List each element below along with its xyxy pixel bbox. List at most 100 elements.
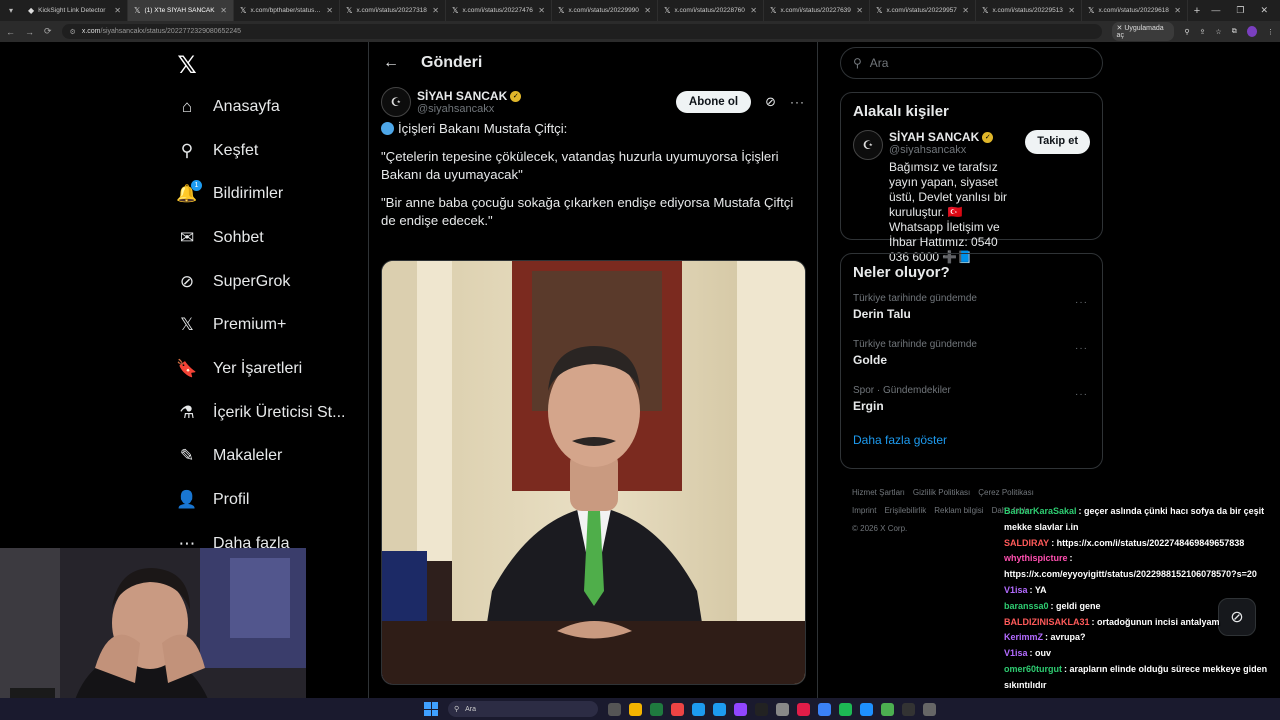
task-view-icon[interactable] [608, 702, 621, 716]
app-icon[interactable] [692, 702, 705, 716]
chrome-icon[interactable] [671, 702, 684, 716]
more-options-icon[interactable]: ··· [1075, 343, 1088, 354]
tab-label: KickSight Link Detector [38, 7, 106, 14]
browser-tab[interactable]: 𝕏x.com/i/status/20229618 ✕ [1082, 0, 1188, 21]
sidebar-item-3[interactable]: ✉ Sohbet [165, 216, 365, 260]
browser-menu-icon[interactable]: ⋮ [1267, 28, 1274, 36]
browser-tab[interactable]: 𝕏x.com/i/status/20229513 ✕ [976, 0, 1082, 21]
show-more-link[interactable]: Daha fazla göster [841, 425, 1102, 459]
close-tab-icon[interactable]: ✕ [644, 6, 651, 15]
more-options-icon[interactable]: ··· [1075, 389, 1088, 400]
star-icon[interactable]: ☆ [1215, 28, 1221, 36]
related-people-card: Alakalı kişiler ☪ SİYAH SANCAK ✓ @siyahsa… [840, 92, 1103, 264]
close-window-icon[interactable]: ✕ [1260, 5, 1268, 16]
browser-tab[interactable]: 𝕏 (1) X'te SİYAH SANCAK ✕ [128, 0, 234, 21]
browser-tab[interactable]: 𝕏x.com/i/status/20229957 ✕ [870, 0, 976, 21]
app-icon[interactable] [797, 702, 810, 716]
sidebar-item-6[interactable]: 🔖 Yer İşaretleri [165, 347, 365, 391]
close-tab-icon[interactable]: ✕ [432, 6, 439, 15]
close-tab-icon[interactable]: ✕ [962, 6, 969, 15]
related-avatar[interactable]: ☪ [853, 130, 883, 160]
author-avatar[interactable]: ☪ [381, 87, 411, 117]
spotify-icon[interactable] [839, 702, 852, 716]
grok-icon[interactable]: ⊘ [765, 94, 776, 110]
back-arrow-icon[interactable]: ← [6, 27, 15, 37]
minimize-icon[interactable]: — [1211, 5, 1220, 16]
app-icon[interactable] [776, 702, 789, 716]
footer-link[interactable]: Gizlilik Politikası [913, 488, 970, 497]
footer-link[interactable]: Imprint [852, 506, 876, 515]
close-tab-icon[interactable]: ✕ [538, 6, 545, 15]
forward-arrow-icon[interactable]: → [25, 27, 34, 37]
back-arrow-icon[interactable]: ← [383, 54, 399, 72]
zoom-icon[interactable]: ⚲ [1184, 28, 1189, 36]
taskbar-search[interactable]: ⚲ Ara [448, 701, 598, 717]
search-input[interactable]: ⚲ Ara [840, 47, 1103, 79]
sidebar-item-8[interactable]: ✎ Makaleler [165, 435, 365, 479]
footer-link[interactable]: Hizmet Şartları [852, 488, 905, 497]
profile-avatar[interactable] [1246, 26, 1257, 37]
author-handle[interactable]: @siyahsancakx [417, 103, 521, 115]
sidebar-item-7[interactable]: ⚗ İçerik Üreticisi St... [165, 391, 365, 435]
browser-tab[interactable]: 𝕏x.com/bpthaber/status/20 ✕ [234, 0, 340, 21]
site-info-icon[interactable]: ⚙ [70, 28, 76, 36]
more-options-icon[interactable]: ··· [1075, 297, 1088, 308]
related-person[interactable]: ☪ SİYAH SANCAK ✓ @siyahsancakx Bağımsız v… [841, 126, 1102, 273]
extensions-icon[interactable]: ⧉ [1232, 28, 1237, 36]
x-icon: 𝕏 [982, 6, 989, 15]
browser-tab[interactable]: ◆ KickSight Link Detector ✕ [22, 0, 128, 21]
reload-icon[interactable]: ⟳ [44, 26, 52, 37]
trend-item[interactable]: Spor · Gündemdekiler Ergin ··· [841, 379, 1102, 425]
footer-link[interactable]: Erişilebilirlik [884, 506, 926, 515]
windows-start-icon[interactable] [424, 702, 438, 716]
share-icon[interactable]: ⇪ [1200, 28, 1206, 36]
close-tab-icon[interactable]: ✕ [750, 6, 757, 15]
tab-search-menu-icon[interactable]: ▾ [0, 0, 22, 21]
trend-item[interactable]: Türkiye tarihinde gündemde Golde ··· [841, 333, 1102, 379]
browser-tab[interactable]: 𝕏x.com/i/status/20228760 ✕ [658, 0, 764, 21]
chat-message: V1isa: YA [1004, 583, 1280, 599]
sidebar-item-2[interactable]: 🔔 1 Bildirimler [165, 172, 365, 216]
app-icon[interactable] [923, 702, 936, 716]
more-options-icon[interactable]: ··· [790, 95, 805, 109]
url-field[interactable]: ⚙ x.com/siyahsancakx/status/202277232908… [61, 24, 1102, 39]
close-tab-icon[interactable]: ✕ [326, 6, 333, 15]
tiktok-icon[interactable] [755, 702, 768, 716]
x-icon: 𝕏 [770, 6, 777, 15]
subscribe-button[interactable]: Abone ol [675, 91, 752, 113]
app-icon[interactable] [881, 702, 894, 716]
post-photo[interactable] [381, 260, 806, 685]
discord-icon[interactable] [860, 702, 873, 716]
app-icon[interactable] [818, 702, 831, 716]
sidebar-item-5[interactable]: 𝕏 Premium+ [165, 303, 365, 347]
browser-tab[interactable]: 𝕏x.com/i/status/20227476 ✕ [446, 0, 552, 21]
close-tab-icon[interactable]: ✕ [220, 6, 227, 15]
x-logo-icon[interactable]: 𝕏 [165, 45, 209, 85]
browser-tab[interactable]: 𝕏x.com/i/status/20227318 ✕ [340, 0, 446, 21]
open-in-app-button[interactable]: ✕ Uygulamada aç [1111, 22, 1175, 41]
close-tab-icon[interactable]: ✕ [856, 6, 863, 15]
browser-tab[interactable]: 𝕏x.com/i/status/20229990 ✕ [552, 0, 658, 21]
edge-icon[interactable] [713, 702, 726, 716]
close-tab-icon[interactable]: ✕ [1174, 6, 1181, 15]
obs-icon[interactable] [902, 702, 915, 716]
twitch-icon[interactable] [734, 702, 747, 716]
footer-link[interactable]: Reklam bilgisi [934, 506, 983, 515]
sidebar-item-0[interactable]: ⌂ Anasayfa [165, 85, 365, 129]
close-tab-icon[interactable]: ✕ [1068, 6, 1075, 15]
close-tab-icon[interactable]: ✕ [114, 6, 121, 15]
author-name[interactable]: SİYAH SANCAK [417, 89, 507, 103]
maximize-icon[interactable]: ❐ [1236, 5, 1244, 16]
file-explorer-icon[interactable] [629, 702, 642, 716]
related-name[interactable]: SİYAH SANCAK [889, 130, 979, 144]
trend-item[interactable]: Türkiye tarihinde gündemde Derin Talu ··· [841, 287, 1102, 333]
sidebar-item-4[interactable]: ⊘ SuperGrok [165, 260, 365, 304]
sidebar-item-1[interactable]: ⚲ Keşfet [165, 129, 365, 173]
follow-button[interactable]: Takip et [1025, 130, 1090, 154]
new-tab-button[interactable]: + [1188, 5, 1206, 17]
app-icon[interactable] [650, 702, 663, 716]
browser-tab[interactable]: 𝕏x.com/i/status/20227639 ✕ [764, 0, 870, 21]
footer-link[interactable]: Çerez Politikası [978, 488, 1034, 497]
url-path: /siyahsancakx/status/2022772329080652245 [100, 28, 242, 35]
sidebar-item-9[interactable]: 👤 Profil [165, 478, 365, 522]
